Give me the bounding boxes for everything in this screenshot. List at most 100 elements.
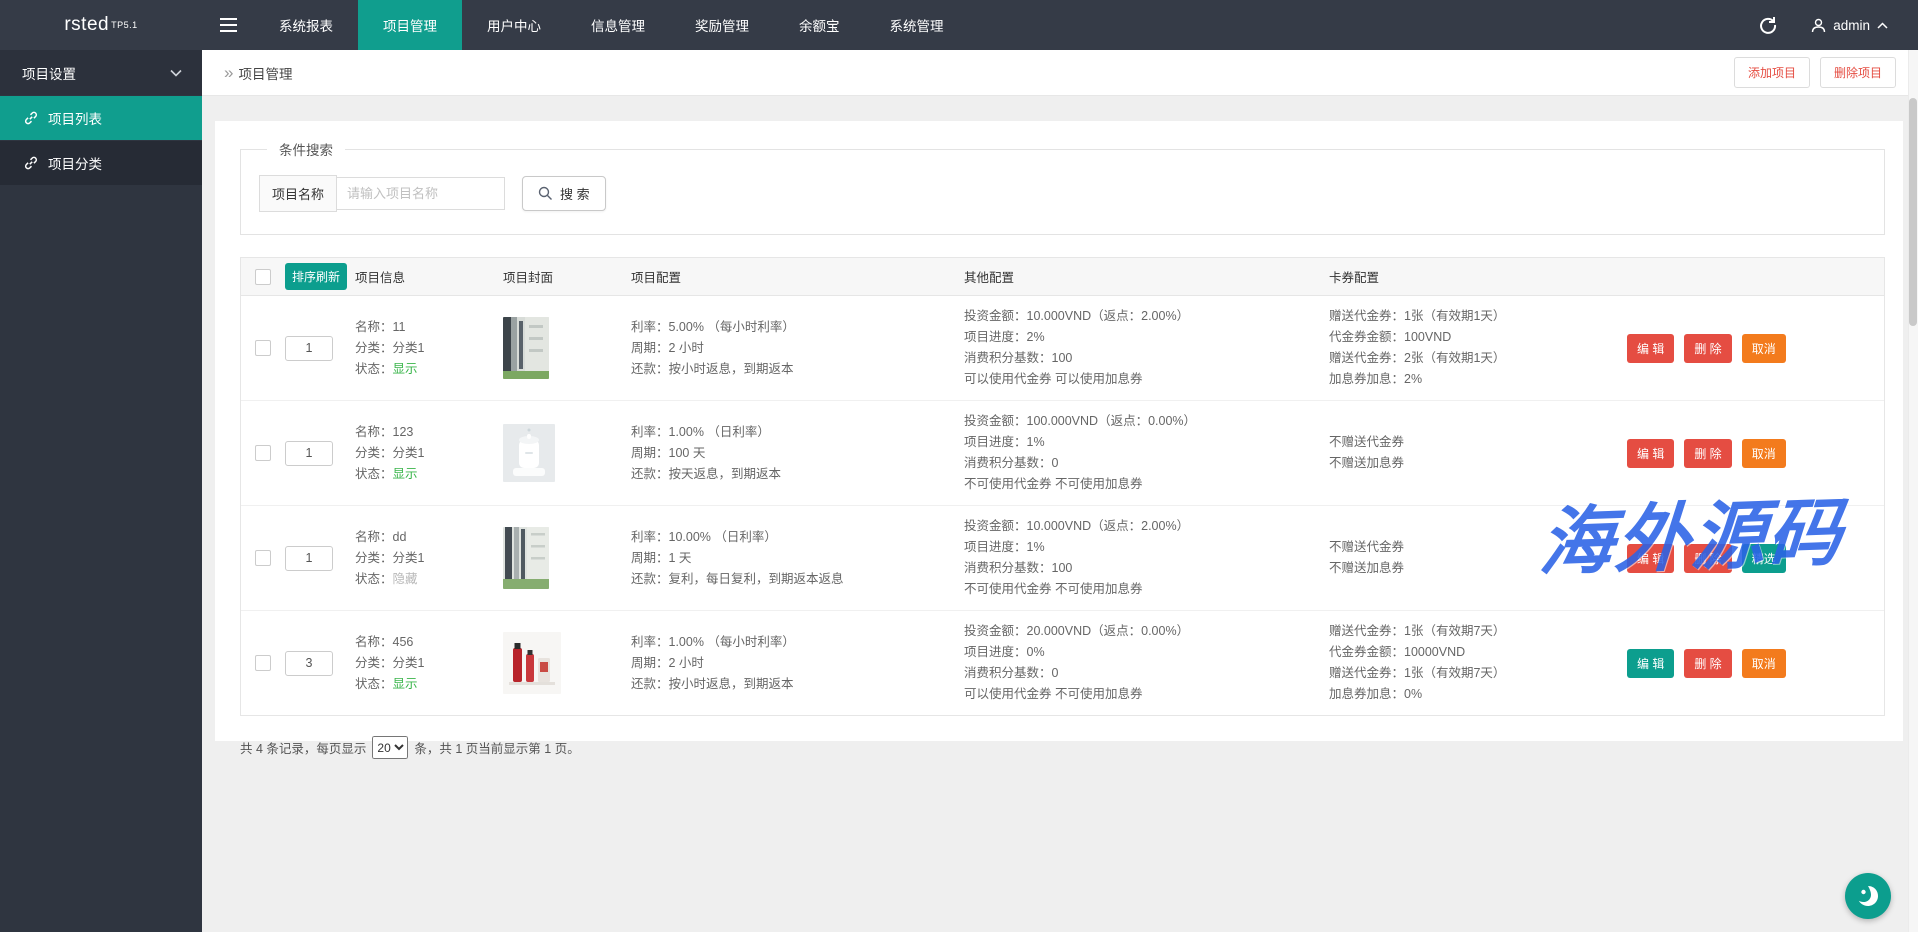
nav-item-users[interactable]: 用户中心 — [462, 0, 566, 50]
service-logo-icon — [1855, 883, 1881, 909]
other-config-cell: 投资金额：100.000VND（返点：0.00%） 项目进度：1% 消费积分基数… — [964, 411, 1329, 495]
status-badge: 显示 — [393, 677, 418, 691]
project-table: 排序刷新 项目信息 项目封面 项目配置 其他配置 卡券配置 名称：11 分类：分… — [240, 257, 1885, 716]
edit-button[interactable]: 编 辑 — [1627, 544, 1674, 573]
project-name-label: 项目名称 — [259, 175, 337, 212]
col-project-info: 项目信息 — [355, 267, 503, 286]
breadcrumb: 项目管理 — [238, 63, 292, 83]
nav-item-reports[interactable]: 系统报表 — [254, 0, 358, 50]
nav-item-yuebao[interactable]: 余额宝 — [774, 0, 865, 50]
cancel-button[interactable]: 取消 — [1742, 334, 1786, 363]
sidebar-item-project-list[interactable]: 项目列表 — [0, 95, 202, 140]
project-config-cell: 利率：10.00% （日利率） 周期：1 天 还款：复利，每日复利，到期返本返息 — [631, 527, 964, 590]
feature-button[interactable]: 精选 — [1742, 544, 1786, 573]
project-config-cell: 利率：5.00% （每小时利率） 周期：2 小时 还款：按小时返息，到期返本 — [631, 317, 964, 380]
search-icon — [538, 186, 553, 201]
project-config-cell: 利率：1.00% （每小时利率） 周期：2 小时 还款：按小时返息，到期返本 — [631, 632, 964, 695]
table-row: 名称：dd 分类：分类1 状态：隐藏 利率：10.00% （日利率） 周期：1 … — [241, 506, 1884, 611]
project-cover-image — [503, 424, 555, 482]
floating-service-button[interactable] — [1845, 873, 1891, 919]
coupon-config-cell: 赠送代金券：1张（有效期1天） 代金券金额：100VND 赠送代金券：2张（有效… — [1329, 306, 1627, 390]
project-cover-cell — [503, 317, 631, 379]
row-checkbox[interactable] — [255, 445, 271, 461]
row-actions: 编 辑 删 除 取消 — [1627, 439, 1884, 468]
top-navbar: rsted TP5.1 系统报表 项目管理 用户中心 信息管理 奖励管理 余额宝… — [0, 0, 1918, 50]
table-row: 名称：11 分类：分类1 状态：显示 利率：5.00% （每小时利率） 周期：2… — [241, 296, 1884, 401]
row-checkbox[interactable] — [255, 340, 271, 356]
page-size-select[interactable]: 20 — [372, 736, 408, 759]
menu-toggle-icon[interactable] — [202, 0, 254, 50]
col-other-config: 其他配置 — [964, 267, 1329, 286]
pagination-pages: 条，共 1 页当前显示第 1 页。 — [414, 738, 579, 757]
project-cover-image — [503, 317, 549, 379]
edit-button[interactable]: 编 辑 — [1627, 649, 1674, 678]
cancel-button[interactable]: 取消 — [1742, 649, 1786, 678]
other-config-cell: 投资金额：10.000VND（返点：2.00%） 项目进度：1% 消费积分基数：… — [964, 516, 1329, 600]
other-config-cell: 投资金额：10.000VND（返点：2.00%） 项目进度：2% 消费积分基数：… — [964, 306, 1329, 390]
admin-menu[interactable]: admin — [1811, 18, 1888, 33]
search-panel-legend: 条件搜索 — [267, 139, 345, 159]
project-cover-cell — [503, 632, 631, 694]
sort-order-input[interactable] — [285, 651, 333, 676]
pagination-summary: 共 4 条记录，每页显示 — [240, 738, 366, 757]
col-project-config: 项目配置 — [631, 267, 964, 286]
project-name-input[interactable] — [337, 177, 505, 210]
project-config-cell: 利率：1.00% （日利率） 周期：100 天 还款：按天返息，到期返本 — [631, 422, 964, 485]
table-row: 名称：456 分类：分类1 状态：显示 利率：1.00% （每小时利率） — [241, 611, 1884, 715]
breadcrumb-bar: » 项目管理 添加项目 删除项目 — [202, 50, 1918, 96]
row-actions: 编 辑 删 除 精选 — [1627, 544, 1884, 573]
project-info-cell: 名称：11 分类：分类1 状态：显示 — [355, 317, 503, 380]
project-cover-image — [503, 527, 549, 589]
breadcrumb-arrows-icon: » — [224, 63, 230, 83]
project-info-cell: 名称：123 分类：分类1 状态：显示 — [355, 422, 503, 485]
col-coupon-config: 卡券配置 — [1329, 267, 1627, 286]
nav-item-system[interactable]: 系统管理 — [865, 0, 969, 50]
table-row: 名称：123 分类：分类1 状态：显示 利率：1.00% （日利率） 周期：10… — [241, 401, 1884, 506]
project-cover-image — [503, 632, 561, 694]
sort-order-input[interactable] — [285, 546, 333, 571]
link-icon — [24, 156, 38, 170]
search-button[interactable]: 搜 索 — [522, 176, 606, 211]
select-all-checkbox[interactable] — [255, 269, 271, 285]
sort-order-input[interactable] — [285, 336, 333, 361]
sidebar: 项目设置 项目列表 项目分类 — [0, 50, 202, 932]
content-card: 条件搜索 项目名称 搜 索 排序刷新 项目信息 项目封面 项目配置 其他配置 卡… — [215, 121, 1903, 741]
row-checkbox[interactable] — [255, 655, 271, 671]
chevron-down-icon — [170, 69, 182, 77]
nav-item-rewards[interactable]: 奖励管理 — [670, 0, 774, 50]
coupon-config-cell: 不赠送代金券 不赠送加息券 — [1329, 432, 1627, 474]
delete-button[interactable]: 删 除 — [1684, 334, 1731, 363]
search-panel: 条件搜索 项目名称 搜 索 — [240, 139, 1885, 235]
row-checkbox[interactable] — [255, 550, 271, 566]
scrollbar-thumb[interactable] — [1909, 98, 1917, 326]
edit-button[interactable]: 编 辑 — [1627, 439, 1674, 468]
nav-item-messages[interactable]: 信息管理 — [566, 0, 670, 50]
sidebar-group-project-settings[interactable]: 项目设置 — [0, 50, 202, 95]
edit-button[interactable]: 编 辑 — [1627, 334, 1674, 363]
user-icon — [1811, 18, 1826, 33]
scrollbar-track[interactable] — [1908, 50, 1918, 932]
sidebar-item-project-category[interactable]: 项目分类 — [0, 140, 202, 185]
row-actions: 编 辑 删 除 取消 — [1627, 649, 1884, 678]
add-project-button[interactable]: 添加项目 — [1734, 57, 1810, 88]
status-badge: 显示 — [393, 467, 418, 481]
refresh-icon[interactable] — [1759, 16, 1777, 34]
nav-item-projects[interactable]: 项目管理 — [358, 0, 462, 50]
sort-order-input[interactable] — [285, 441, 333, 466]
status-badge: 显示 — [393, 362, 418, 376]
delete-button[interactable]: 删 除 — [1684, 649, 1731, 678]
table-header: 排序刷新 项目信息 项目封面 项目配置 其他配置 卡券配置 — [241, 258, 1884, 296]
sort-refresh-button[interactable]: 排序刷新 — [285, 263, 347, 290]
cancel-button[interactable]: 取消 — [1742, 439, 1786, 468]
delete-project-button[interactable]: 删除项目 — [1820, 57, 1896, 88]
link-icon — [24, 111, 38, 125]
delete-button[interactable]: 删 除 — [1684, 439, 1731, 468]
project-info-cell: 名称：dd 分类：分类1 状态：隐藏 — [355, 527, 503, 590]
coupon-config-cell: 赠送代金券：1张（有效期7天） 代金券金额：10000VND 赠送代金券：1张（… — [1329, 621, 1627, 705]
coupon-config-cell: 不赠送代金券 不赠送加息券 — [1329, 537, 1627, 579]
delete-button[interactable]: 删 除 — [1684, 544, 1731, 573]
row-actions: 编 辑 删 除 取消 — [1627, 334, 1884, 363]
logo-version: TP5.1 — [111, 20, 138, 30]
logo-text: rsted — [64, 14, 109, 36]
sidebar-item-label: 项目列表 — [48, 108, 102, 128]
